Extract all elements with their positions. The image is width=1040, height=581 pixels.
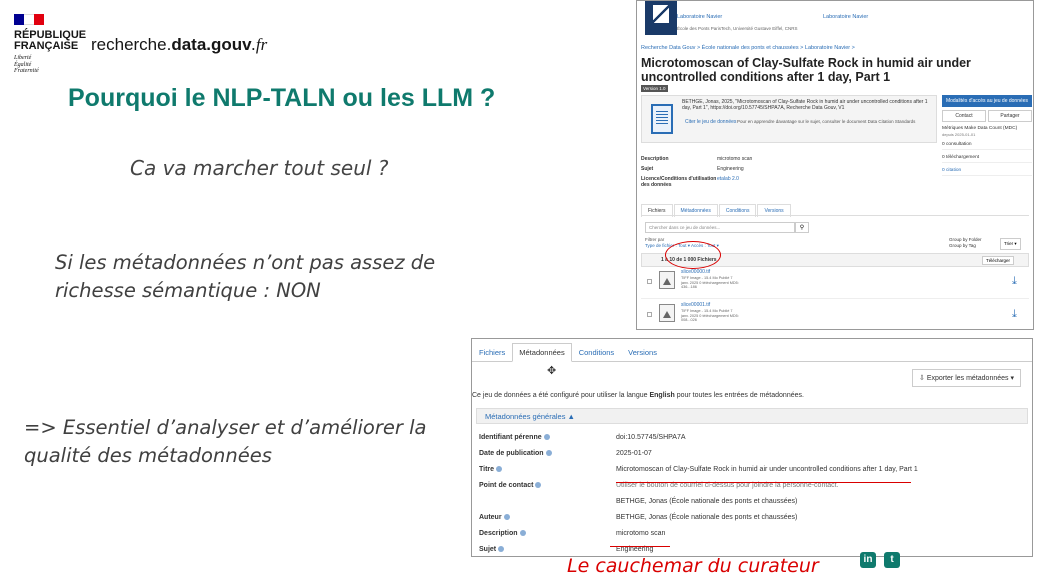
help-icon[interactable] xyxy=(503,514,510,521)
downloads-count: 0 téléchargement xyxy=(942,155,1032,163)
download-icon[interactable]: ⤓ xyxy=(1012,308,1017,321)
contact-button[interactable]: Contact xyxy=(942,110,986,122)
download-button[interactable]: Télécharger xyxy=(982,256,1015,265)
consultations-count: 0 consultation xyxy=(942,142,1032,150)
file-search-input[interactable]: Chercher dans ce jeu de données... xyxy=(645,222,795,233)
language-note: Ce jeu de données a été configuré pour u… xyxy=(472,392,804,399)
slide: RÉPUBLIQUE FRANÇAISE Liberté Égalité Fra… xyxy=(0,0,1040,581)
metadata-row: Titre Microtomoscan of Clay-Sulfate Rock … xyxy=(479,466,918,473)
metrics-since: depuis 2025-01-01 xyxy=(942,132,976,137)
help-icon[interactable] xyxy=(545,450,552,457)
metadata-row: BETHGE, Jonas (École nationale des ponts… xyxy=(616,498,798,505)
help-icon[interactable] xyxy=(519,530,526,537)
export-metadata-button[interactable]: ⇩ Exporter les métadonnées ▾ xyxy=(912,369,1021,387)
dataset-sidebar: Modalités d'accès au jeu de données Cont… xyxy=(942,95,1032,176)
dataset-summary: Description microtomo scan Sujet Engineeri… xyxy=(641,156,753,188)
license-link[interactable]: etalab 2.0 xyxy=(717,176,739,188)
share-button[interactable]: Partager xyxy=(988,110,1032,122)
metadata-tabs: Fichiers Métadonnées Conditions Versions xyxy=(472,343,664,362)
metadata-row: Date de publication 2025-01-07 xyxy=(479,450,652,457)
file-name[interactable]: slice00000.tif xyxy=(681,269,710,275)
slide-title: Pourquoi le NLP-TALN ou les LLM ? xyxy=(68,84,496,112)
metrics-label: Métriques Make Data Count (MDC) xyxy=(942,126,1018,131)
file-row: slice00001.tif TIFF Image - 15.4 Mo Publ… xyxy=(641,300,1029,329)
help-icon[interactable] xyxy=(496,466,503,473)
citations-count[interactable]: 0 citation xyxy=(942,168,1032,176)
metadata-row: Auteur BETHGE, Jonas (École nationale des… xyxy=(479,514,798,521)
help-icon[interactable] xyxy=(543,434,550,441)
file-row: slice00000.tif TIFF Image - 15.4 Mo Publ… xyxy=(641,267,1029,299)
file-image-icon xyxy=(659,304,675,322)
slide-conclusion: => Essentiel d’analyser et d’améliorer l… xyxy=(24,416,427,467)
tab-files[interactable]: Fichiers xyxy=(472,343,512,362)
lab-link-2[interactable]: Laboratoire Navier xyxy=(823,14,868,20)
slide-question: Ca va marcher tout seul ? xyxy=(130,156,389,180)
move-cursor-icon: ✥ xyxy=(547,365,557,377)
tab-metadata[interactable]: Métadonnées xyxy=(512,343,572,362)
search-icon[interactable]: ⚲ xyxy=(795,222,809,233)
metadata-rows: Identifiant pérenne doi:10.57745/SHPA7A D… xyxy=(476,432,1028,556)
file-image-icon xyxy=(659,271,675,289)
file-count-highlight xyxy=(665,241,721,269)
document-icon xyxy=(651,104,673,134)
help-icon[interactable] xyxy=(498,546,505,553)
sort-button[interactable]: Trier ▾ xyxy=(1000,238,1021,250)
navier-logo-text: NAVIER xyxy=(648,27,674,34)
version-badge: Version 1.0 xyxy=(641,85,668,92)
lab-affiliation: École des Ponts ParisTech, Université Gu… xyxy=(677,26,798,31)
motto: Liberté Égalité Fraternité xyxy=(14,55,39,74)
file-checkbox[interactable] xyxy=(647,312,652,317)
tab-terms[interactable]: Conditions xyxy=(572,343,621,362)
dataset-page-screenshot: NAVIER Laboratoire Navier Laboratoire Na… xyxy=(636,0,1034,330)
republic-name: RÉPUBLIQUE FRANÇAISE xyxy=(14,29,87,52)
linkedin-icon[interactable]: in xyxy=(860,552,876,568)
citation-text: BETHGE, Jonas, 2025, "Microtomoscan of C… xyxy=(682,99,928,111)
social-links: in t xyxy=(860,552,900,568)
breadcrumb[interactable]: Recherche Data Gouv > École nationale de… xyxy=(641,45,855,51)
metadata-row: Description microtomo scan xyxy=(479,530,666,537)
slide-paragraph: Si les métadonnées n’ont pas assez de ri… xyxy=(55,251,436,302)
general-metadata-header[interactable]: Métadonnées générales ▲ xyxy=(476,408,1028,424)
access-button[interactable]: Modalités d'accès au jeu de données xyxy=(942,95,1032,107)
tab-versions[interactable]: Versions xyxy=(621,343,664,362)
metadata-row: Identifiant pérenne doi:10.57745/SHPA7A xyxy=(479,434,686,441)
group-options[interactable]: Group by Folder Group by Tag xyxy=(949,237,982,249)
french-flag-icon xyxy=(14,14,44,25)
metadata-tab-screenshot: Fichiers Métadonnées Conditions Versions… xyxy=(471,338,1033,557)
cite-note: Pour en apprendre davantage sur le sujet… xyxy=(737,119,916,124)
site-name: recherche.data.gouv.fr xyxy=(91,35,268,54)
description-underline xyxy=(610,546,670,547)
file-name[interactable]: slice00001.tif xyxy=(681,302,710,308)
title-underline xyxy=(616,482,911,483)
file-info: TIFF Image - 15.4 Mo Publié 7 janv. 2025… xyxy=(681,276,739,289)
republique-francaise-logo: RÉPUBLIQUE FRANÇAISE Liberté Égalité Fra… xyxy=(14,14,86,75)
file-info: TIFF Image - 15.4 Mo Publié 7 janv. 2025… xyxy=(681,309,739,322)
help-icon[interactable] xyxy=(535,482,542,489)
twitter-icon[interactable]: t xyxy=(884,552,900,568)
export-icon: ⇩ xyxy=(919,375,927,382)
caption: Le cauchemar du curateur xyxy=(567,555,819,577)
file-checkbox[interactable] xyxy=(647,279,652,284)
cite-dataset-button[interactable]: Citer le jeu de données xyxy=(685,119,736,125)
dataset-title: Microtomoscan of Clay-Sulfate Rock in hu… xyxy=(641,56,971,84)
lab-link[interactable]: Laboratoire Navier xyxy=(677,14,722,20)
download-icon[interactable]: ⤓ xyxy=(1012,275,1017,288)
